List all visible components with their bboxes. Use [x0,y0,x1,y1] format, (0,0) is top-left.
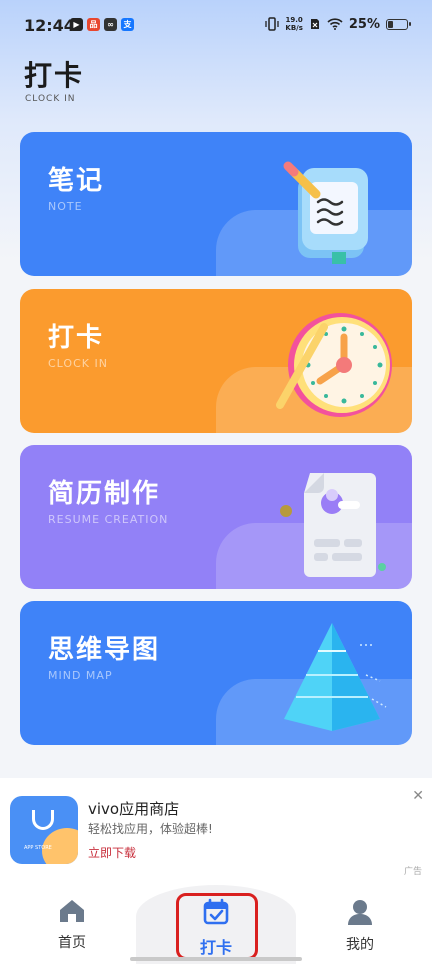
battery-icon [386,18,411,30]
nav-item-mine[interactable]: 我的 [320,898,400,954]
clock-in-card[interactable]: 打卡 CLOCK IN [20,289,412,433]
nav-label: 首页 [58,935,86,951]
ad-description: 轻松找应用，体验超棒! [88,822,213,836]
no-sim-icon [310,19,319,29]
ad-label: 广告 [403,867,422,877]
shop-app-icon: 品 [87,18,100,31]
wifi-icon [327,18,343,30]
status-right: 19.0 KB/s 25% [265,16,411,32]
nav-item-home[interactable]: 首页 [32,898,112,952]
ad-banner[interactable]: APP STORE vivo应用商店 轻松找应用，体验超棒! 立即下载 ✕ 广告 [0,778,432,878]
pyramid-icon [284,623,387,731]
mind-map-card[interactable]: 思维导图 MIND MAP [20,601,412,745]
card-subtitle: RESUME CREATION [48,513,169,526]
card-title: 思维导图 [48,635,161,665]
nav-label: 我的 [346,937,374,953]
alipay-app-icon: 支 [121,18,134,31]
vibrate-icon [265,17,280,31]
page-subtitle: CLOCK IN [25,94,76,104]
app-store-logo-text: APP STORE [24,845,52,851]
download-link[interactable]: 立即下载 [88,844,136,861]
card-subtitle: CLOCK IN [48,357,108,370]
status-notification-icons: ▶ 品 ∞ 支 [70,18,134,31]
net-speed-unit: KB/s [285,24,303,32]
home-indicator[interactable] [130,957,302,961]
card-title: 打卡 [48,323,105,353]
net-speed-value: 19.0 [285,16,303,24]
card-title: 简历制作 [48,479,161,509]
selection-highlight [176,893,258,960]
status-time: 12:44 [24,16,75,35]
resume-icon [280,473,386,577]
net-speed: 19.0 KB/s [285,16,302,32]
close-icon[interactable]: ✕ [412,788,424,804]
ad-title: vivo应用商店 [88,800,180,818]
app-store-logo: APP STORE [10,796,78,864]
home-icon [60,900,84,922]
page-title: 打卡 [24,59,85,92]
resume-card[interactable]: 简历制作 RESUME CREATION [20,445,412,589]
user-icon [348,900,372,925]
card-subtitle: MIND MAP [48,669,113,682]
clock-icon [276,313,392,417]
card-title: 笔记 [48,166,105,196]
notebook-icon [283,161,368,264]
battery-percent: 25% [348,16,380,32]
link-app-icon: ∞ [104,18,117,31]
card-subtitle: NOTE [48,200,83,213]
play-app-icon: ▶ [70,18,83,31]
status-bar: 12:44 ▶ 品 ∞ 支 19.0 KB/s 25% [0,0,432,48]
note-card[interactable]: 笔记 NOTE [20,132,412,276]
